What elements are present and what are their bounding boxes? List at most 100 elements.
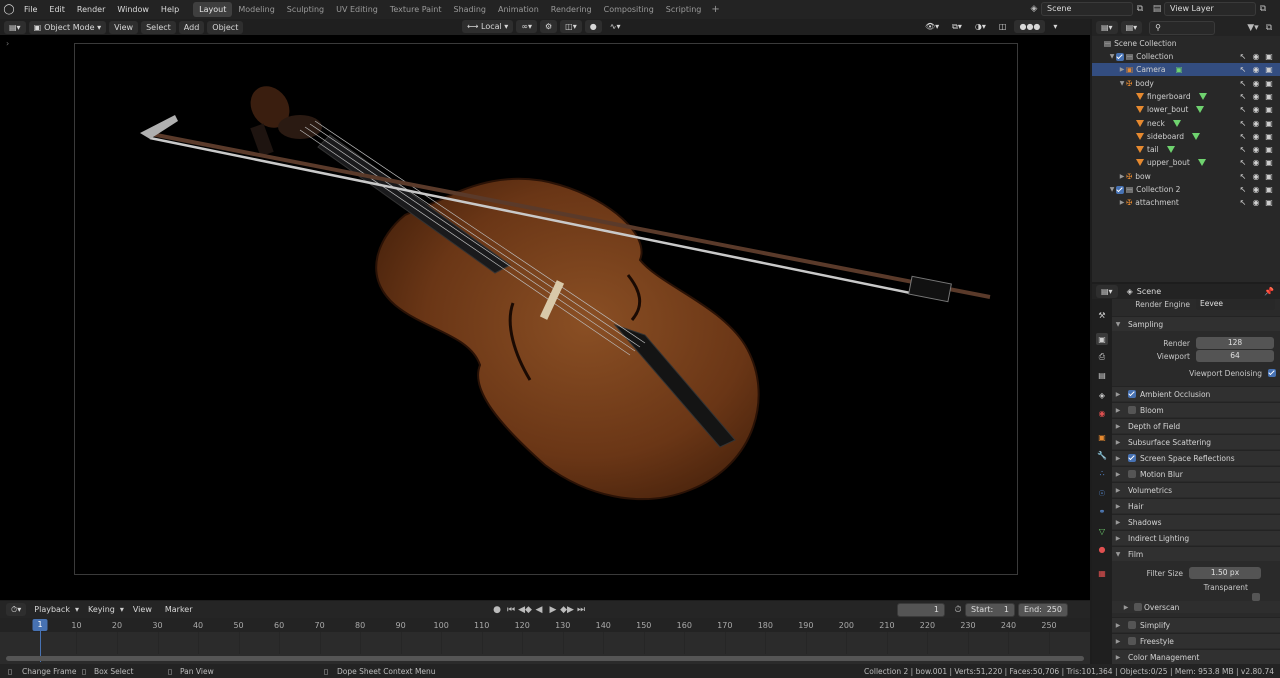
timeline-menu-keying[interactable]: Keying — [83, 603, 120, 616]
chevron-down-icon[interactable]: ▼ — [1118, 80, 1126, 87]
new-view-layer-icon[interactable]: ⧉ — [1256, 2, 1270, 16]
filter-size-field[interactable]: 1.50 px — [1189, 567, 1261, 579]
proportional-edit-icon[interactable]: ● — [584, 20, 602, 33]
viewport-menu-add[interactable]: Add — [178, 20, 205, 34]
falloff-icon[interactable]: ∿▾ — [605, 20, 626, 33]
panel-checkbox[interactable] — [1128, 406, 1136, 414]
transparent-checkbox[interactable] — [1252, 593, 1260, 601]
outliner-row-bow[interactable]: ▶ ✠ bow ↖ ◉ ▣ — [1092, 170, 1280, 183]
texture-tab-icon[interactable]: ▦ — [1096, 567, 1108, 579]
chevron-down-icon[interactable]: ▼ — [1108, 186, 1116, 193]
current-frame-field[interactable]: 1 — [897, 603, 945, 617]
chevron-right-icon[interactable]: ▶ — [1118, 199, 1126, 206]
eye-icon[interactable]: ◉ — [1251, 185, 1261, 194]
eye-icon[interactable]: ◉ — [1251, 92, 1261, 101]
panel-simplify[interactable]: ▶ Simplify — [1112, 617, 1280, 632]
panel-volumetrics[interactable]: ▶ Volumetrics — [1112, 482, 1280, 497]
panel-hair[interactable]: ▶ Hair — [1112, 498, 1280, 513]
tab-sculpting[interactable]: Sculpting — [281, 2, 330, 17]
world-tab-icon[interactable]: ◉ — [1096, 407, 1108, 419]
snap-target-icon[interactable]: ◫▾ — [560, 20, 582, 33]
outliner-row-tail[interactable]: tail ↖ ◉ ▣ — [1092, 143, 1280, 156]
snap-icon[interactable]: ⚙ — [540, 20, 558, 33]
selectable-icon[interactable]: ↖ — [1238, 52, 1248, 61]
gizmo-icon[interactable]: ⧉▾ — [947, 20, 967, 33]
panel-checkbox[interactable] — [1128, 621, 1136, 629]
xray-icon[interactable]: ◫ — [994, 20, 1012, 33]
viewport-menu-view[interactable]: View — [109, 20, 139, 34]
eye-icon[interactable]: ◉ — [1251, 158, 1261, 167]
timeline-editor-icon[interactable]: ⏱▾ — [6, 603, 27, 616]
blender-logo-icon[interactable]: ◯ — [0, 0, 18, 19]
pin-icon[interactable]: 📌 — [1264, 287, 1274, 296]
selectable-icon[interactable]: ↖ — [1238, 145, 1248, 154]
render-camera-icon[interactable]: ▣ — [1264, 119, 1274, 128]
render-camera-icon[interactable]: ▣ — [1264, 198, 1274, 207]
outliner-row-neck[interactable]: neck ↖ ◉ ▣ — [1092, 117, 1280, 130]
selectable-icon[interactable]: ↖ — [1238, 119, 1248, 128]
render-camera-icon[interactable]: ▣ — [1264, 79, 1274, 88]
eye-icon[interactable]: ◉ — [1251, 172, 1261, 181]
output-tab-icon[interactable]: ⎙ — [1096, 351, 1108, 363]
tab-layout[interactable]: Layout — [193, 2, 233, 17]
tab-compositing[interactable]: Compositing — [598, 2, 660, 17]
panel-bloom[interactable]: ▶ Bloom — [1112, 402, 1280, 417]
outliner-row-collection[interactable]: ▼ ▤ Collection ↖ ◉ ▣ — [1092, 50, 1280, 63]
collection-checkbox[interactable] — [1116, 185, 1124, 194]
current-frame-marker[interactable]: 1 — [32, 619, 48, 631]
view-layer-icon[interactable]: ▤ — [1150, 2, 1164, 16]
outliner-row-attachment[interactable]: ▶ ✠ attachment ↖ ◉ ▣ — [1092, 196, 1280, 209]
eye-icon[interactable]: ◉ — [1251, 52, 1261, 61]
selectable-icon[interactable]: ↖ — [1238, 105, 1248, 114]
mode-dropdown[interactable]: ▣ Object Mode ▾ — [28, 20, 107, 34]
display-mode-icon[interactable]: ▤▾ — [1120, 21, 1143, 34]
panel-checkbox[interactable] — [1128, 454, 1136, 462]
tab-uv-editing[interactable]: UV Editing — [330, 2, 384, 17]
jump-start-icon[interactable]: ⏮ — [504, 603, 518, 617]
record-icon[interactable]: ● — [490, 603, 504, 617]
render-camera-icon[interactable]: ▣ — [1264, 145, 1274, 154]
panel-shadows[interactable]: ▶ Shadows — [1112, 514, 1280, 529]
panel-checkbox[interactable] — [1128, 390, 1136, 398]
new-scene-icon[interactable]: ⧉ — [1133, 2, 1147, 16]
timeline-menu-playback[interactable]: Playback — [29, 603, 75, 616]
eye-icon[interactable]: ◉ — [1251, 145, 1261, 154]
prev-keyframe-icon[interactable]: ◀◆ — [518, 603, 532, 617]
panel-subsurface-scattering[interactable]: ▶ Subsurface Scattering — [1112, 434, 1280, 449]
selectable-icon[interactable]: ↖ — [1238, 65, 1248, 74]
render-camera-icon[interactable]: ▣ — [1264, 52, 1274, 61]
overscan-subpanel[interactable]: ▶ Overscan — [1112, 601, 1280, 613]
add-workspace-button[interactable]: + — [707, 4, 723, 15]
eye-icon[interactable]: ◉ — [1251, 105, 1261, 114]
viewport-samples-field[interactable]: 64 — [1196, 350, 1274, 362]
panel-indirect-lighting[interactable]: ▶ Indirect Lighting — [1112, 530, 1280, 545]
outliner-row-collection-2[interactable]: ▼ ▤ Collection 2 ↖ ◉ ▣ — [1092, 183, 1280, 196]
material-tab-icon[interactable]: ● — [1096, 543, 1108, 555]
menu-file[interactable]: File — [18, 0, 43, 19]
scene-icon[interactable]: ◈ — [1027, 2, 1041, 16]
collection-checkbox[interactable] — [1116, 52, 1124, 61]
overscan-checkbox[interactable] — [1134, 603, 1142, 611]
properties-editor-icon[interactable]: ▤▾ — [1096, 285, 1118, 298]
tab-animation[interactable]: Animation — [492, 2, 545, 17]
orientation-dropdown[interactable]: ⟷ Local ▾ — [462, 20, 514, 33]
outliner-row-upper-bout[interactable]: upper_bout ↖ ◉ ▣ — [1092, 156, 1280, 169]
selectable-icon[interactable]: ↖ — [1238, 92, 1248, 101]
scene-field[interactable]: Scene — [1041, 2, 1133, 16]
eye-icon[interactable]: ◉ — [1251, 79, 1261, 88]
next-keyframe-icon[interactable]: ◆▶ — [560, 603, 574, 617]
tab-rendering[interactable]: Rendering — [545, 2, 598, 17]
timeline-menu-view[interactable]: View — [128, 603, 157, 616]
render-camera-icon[interactable]: ▣ — [1264, 65, 1274, 74]
preview-range-icon[interactable]: ⏱ — [951, 603, 965, 617]
menu-edit[interactable]: Edit — [43, 0, 71, 19]
render-engine-dropdown[interactable]: Eevee — [1196, 299, 1275, 310]
tab-modeling[interactable]: Modeling — [232, 2, 280, 17]
modifier-tab-icon[interactable]: 🔧 — [1096, 449, 1108, 461]
outliner-row-lower-bout[interactable]: lower_bout ↖ ◉ ▣ — [1092, 103, 1280, 116]
play-icon[interactable]: ▶ — [546, 603, 560, 617]
jump-end-icon[interactable]: ⏭ — [574, 603, 588, 617]
viewport-denoising-checkbox[interactable] — [1268, 369, 1276, 377]
viewport-menu-object[interactable]: Object — [207, 20, 244, 34]
pivot-icon[interactable]: ∞▾ — [516, 20, 537, 33]
